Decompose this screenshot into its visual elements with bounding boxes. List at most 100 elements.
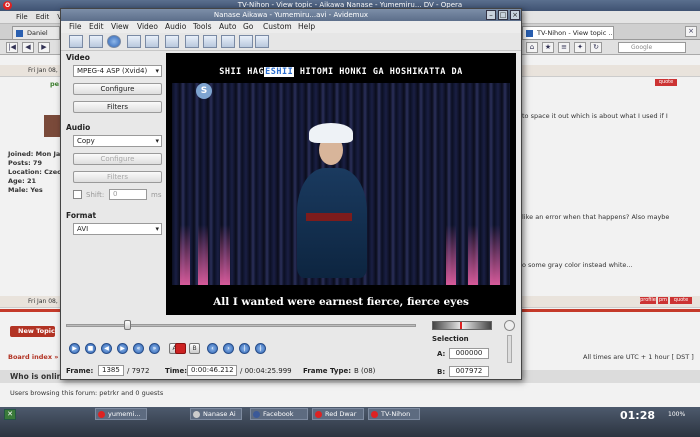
wand-icon[interactable]: ✦ xyxy=(574,42,586,53)
jog-shuttle[interactable] xyxy=(507,335,512,363)
display-icon[interactable] xyxy=(255,35,269,48)
video-codec-select[interactable]: MPEG-4 ASP (Xvid4) ▾ xyxy=(73,65,162,77)
profile-badge[interactable]: profile xyxy=(640,297,656,304)
format-select[interactable]: AVI ▾ xyxy=(73,223,162,235)
task-red-dwarf[interactable]: Red Dwar xyxy=(312,408,364,420)
singer-figure xyxy=(297,168,367,278)
frame-input[interactable]: 1385 xyxy=(98,365,124,376)
menu-file[interactable]: File xyxy=(69,21,82,33)
task-facebook[interactable]: Facebook xyxy=(250,408,308,420)
chevron-down-icon: ▾ xyxy=(155,137,159,145)
timeline-slider-thumb[interactable] xyxy=(123,320,131,330)
preview-icon[interactable] xyxy=(239,35,253,48)
post-date: Fri Jan 08, xyxy=(28,298,58,305)
home-icon[interactable]: ⌂ xyxy=(526,42,538,53)
task-nanase[interactable]: Nanase Ai xyxy=(190,408,242,420)
open-image-icon[interactable] xyxy=(127,35,141,48)
next-keyframe-icon[interactable]: » xyxy=(149,343,160,354)
feed-icon[interactable]: ≡ xyxy=(558,42,570,53)
menu-audio[interactable]: Audio xyxy=(165,21,186,33)
format-value: AVI xyxy=(77,225,89,233)
next-black-icon[interactable]: | xyxy=(255,343,266,354)
close-icon[interactable]: × xyxy=(510,10,520,20)
karaoke-line: SHII HAGESHII HITOMI HONKI GA HOSHIKATTA… xyxy=(166,67,516,77)
close-tab-icon[interactable]: × xyxy=(685,26,697,37)
shift-checkbox[interactable] xyxy=(73,190,82,199)
opera-task-icon xyxy=(371,411,378,418)
pm-badge[interactable]: pm xyxy=(658,297,668,304)
prev-black-icon[interactable]: | xyxy=(239,343,250,354)
opera-tab-daniel[interactable]: Daniel xyxy=(12,26,60,39)
task-tvnihon[interactable]: TV-Nihon xyxy=(368,408,420,420)
save-image-icon[interactable] xyxy=(145,35,159,48)
opera-tab-tvnihon[interactable]: TV-Nihon - View topic ... xyxy=(522,26,614,39)
marker-b-icon[interactable]: B xyxy=(189,343,200,354)
menu-custom[interactable]: Custom xyxy=(263,21,292,33)
quote-badge[interactable]: quote xyxy=(655,79,677,86)
start-menu-icon[interactable]: ✕ xyxy=(4,409,16,420)
shift-input[interactable]: 0 xyxy=(109,189,147,200)
audio-codec-select[interactable]: Copy ▾ xyxy=(73,135,162,147)
new-topic-button[interactable]: New Topic xyxy=(10,326,55,337)
record-icon[interactable] xyxy=(175,343,186,354)
video-configure-button[interactable]: Configure xyxy=(73,83,162,95)
reload-icon[interactable]: ↻ xyxy=(590,42,602,53)
quote-badge[interactable]: quote xyxy=(670,297,692,304)
prev-frame-icon[interactable]: ◀ xyxy=(101,343,112,354)
window-title: Nanase Aikawa - Yumemiru...avi - Avidemu… xyxy=(213,11,369,19)
audio-filters-button[interactable]: Filters xyxy=(73,171,162,183)
menu-view[interactable]: View xyxy=(111,21,129,33)
menu-tools[interactable]: Tools xyxy=(193,21,211,33)
video-preview[interactable]: S SHII HAGESHII HITOMI HONKI GA HOSHIKAT… xyxy=(166,53,516,315)
karaoke-unsung: HITOMI HONKI GA HOSHIKATTA DA xyxy=(294,67,463,77)
menu-edit[interactable]: Edit xyxy=(89,21,104,33)
minimize-icon[interactable]: – xyxy=(486,10,496,20)
play-icon[interactable]: ▶ xyxy=(69,343,80,354)
audio-configure-button[interactable]: Configure xyxy=(73,153,162,165)
bookmark-icon[interactable]: ★ xyxy=(542,42,554,53)
save-icon[interactable] xyxy=(89,35,103,48)
first-icon[interactable]: |◀ xyxy=(6,42,18,53)
opera-logo-icon[interactable]: O xyxy=(3,1,12,10)
jog-dial-icon[interactable] xyxy=(504,320,515,331)
stop-icon[interactable]: ■ xyxy=(85,343,96,354)
menu-video[interactable]: Video xyxy=(137,21,158,33)
output-icon[interactable] xyxy=(203,35,217,48)
goto-b-icon[interactable]: › xyxy=(223,343,234,354)
task-label: TV-Nihon xyxy=(381,410,411,418)
subtitle-text: All I wanted were earnest fierce, fierce… xyxy=(213,296,469,308)
prev-keyframe-icon[interactable]: « xyxy=(133,343,144,354)
input-icon[interactable] xyxy=(185,35,199,48)
avidemux-toolbar xyxy=(61,33,521,51)
shift-unit: ms xyxy=(151,191,162,199)
audio-codec-value: Copy xyxy=(77,137,95,145)
open-icon[interactable] xyxy=(69,35,83,48)
post-text: o some gray color instead white... xyxy=(522,261,633,269)
board-index-link[interactable]: Board index » xyxy=(8,353,59,361)
post-text: to space it out which is about what I us… xyxy=(522,112,668,120)
info-icon[interactable] xyxy=(107,35,121,48)
next-frame-icon[interactable]: ▶ xyxy=(117,343,128,354)
video-filters-button[interactable]: Filters xyxy=(73,101,162,113)
maximize-icon[interactable]: □ xyxy=(498,10,508,20)
time-input[interactable]: 0:00:46.212 xyxy=(187,365,237,376)
split-view-icon[interactable] xyxy=(221,35,235,48)
menu-go[interactable]: Go xyxy=(243,21,253,33)
calculator-icon[interactable] xyxy=(165,35,179,48)
forward-icon[interactable]: ▶ xyxy=(38,42,50,53)
selection-b-input[interactable]: 007972 xyxy=(449,366,489,377)
selection-a-input[interactable]: 000000 xyxy=(449,348,489,359)
opera-menu-edit[interactable]: Edit xyxy=(32,11,54,24)
search-input[interactable]: Google xyxy=(618,42,686,53)
stage-light xyxy=(198,225,208,285)
menu-help[interactable]: Help xyxy=(298,21,315,33)
opera-menu-file[interactable]: File xyxy=(12,11,32,24)
menu-auto[interactable]: Auto xyxy=(219,21,236,33)
stage-light xyxy=(220,225,230,285)
time-total: / 00:04:25.999 xyxy=(240,367,292,375)
goto-a-icon[interactable]: ‹ xyxy=(207,343,218,354)
back-icon[interactable]: ◀ xyxy=(22,42,34,53)
timeline-slider[interactable] xyxy=(66,324,416,327)
task-yumemi[interactable]: yumemi... xyxy=(95,408,147,420)
avidemux-title-bar: Nanase Aikawa - Yumemiru...avi - Avidemu… xyxy=(61,9,521,21)
